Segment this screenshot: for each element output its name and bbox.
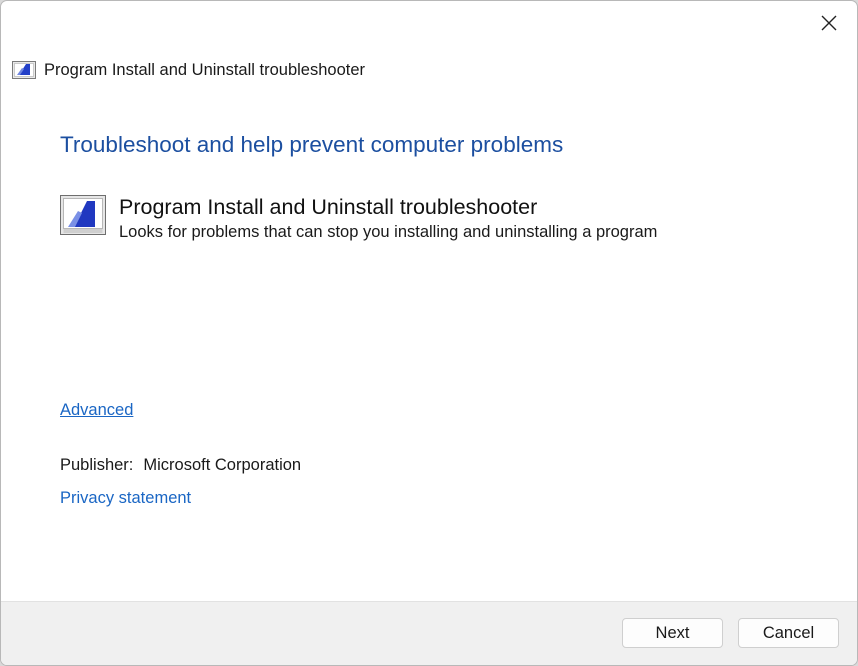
publisher-label: Publisher: — [60, 456, 134, 474]
troubleshooter-info: Program Install and Uninstall troublesho… — [60, 194, 657, 242]
troubleshooter-app-icon — [12, 61, 36, 79]
cancel-button[interactable]: Cancel — [738, 618, 839, 648]
publisher-value: Microsoft Corporation — [143, 456, 302, 474]
next-button[interactable]: Next — [622, 618, 723, 648]
troubleshooter-description: Looks for problems that can stop you ins… — [119, 223, 658, 241]
privacy-statement-link[interactable]: Privacy statement — [60, 489, 191, 508]
close-button[interactable] — [801, 1, 857, 45]
close-icon — [821, 15, 837, 31]
page-heading: Troubleshoot and help prevent computer p… — [60, 132, 564, 157]
dialog-footer: Next Cancel — [1, 601, 857, 665]
publisher-info: Publisher: Microsoft Corporation — [60, 456, 301, 475]
troubleshooter-dialog: Program Install and Uninstall troublesho… — [0, 0, 858, 666]
title-bar: Program Install and Uninstall troublesho… — [12, 59, 365, 81]
troubleshooter-icon — [60, 195, 106, 235]
window-title: Program Install and Uninstall troublesho… — [44, 60, 366, 79]
troubleshooter-name: Program Install and Uninstall troublesho… — [119, 195, 538, 219]
advanced-link[interactable]: Advanced — [60, 401, 133, 420]
